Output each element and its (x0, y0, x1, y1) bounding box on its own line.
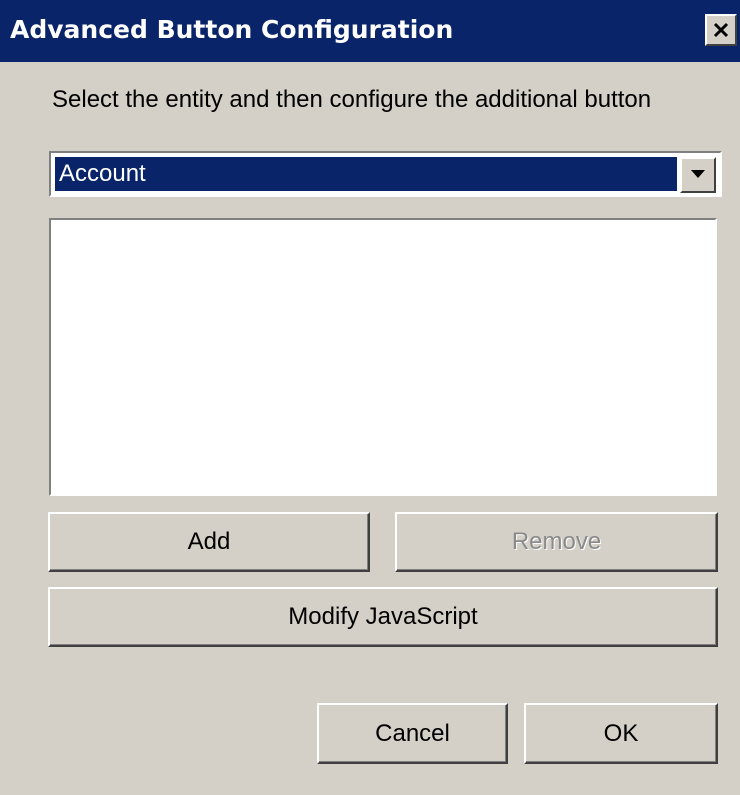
modify-javascript-button[interactable]: Modify JavaScript (48, 587, 718, 647)
cancel-button[interactable]: Cancel (317, 703, 508, 764)
close-icon (713, 22, 729, 38)
ok-button[interactable]: OK (524, 703, 718, 764)
entity-selected-value[interactable]: Account (55, 157, 677, 191)
instruction-label: Select the entity and then configure the… (52, 86, 652, 113)
window-title: Advanced Button Configuration (10, 15, 454, 44)
remove-button[interactable]: Remove (395, 512, 718, 572)
entity-dropdown[interactable]: Account (49, 151, 722, 197)
dropdown-arrow-button[interactable] (680, 157, 716, 193)
close-button[interactable] (705, 14, 737, 46)
add-button[interactable]: Add (48, 512, 370, 572)
button-list-box[interactable] (49, 218, 717, 496)
title-bar: Advanced Button Configuration (0, 0, 740, 62)
chevron-down-icon (691, 170, 705, 178)
dialog-window: Advanced Button Configuration Select the… (0, 0, 740, 795)
